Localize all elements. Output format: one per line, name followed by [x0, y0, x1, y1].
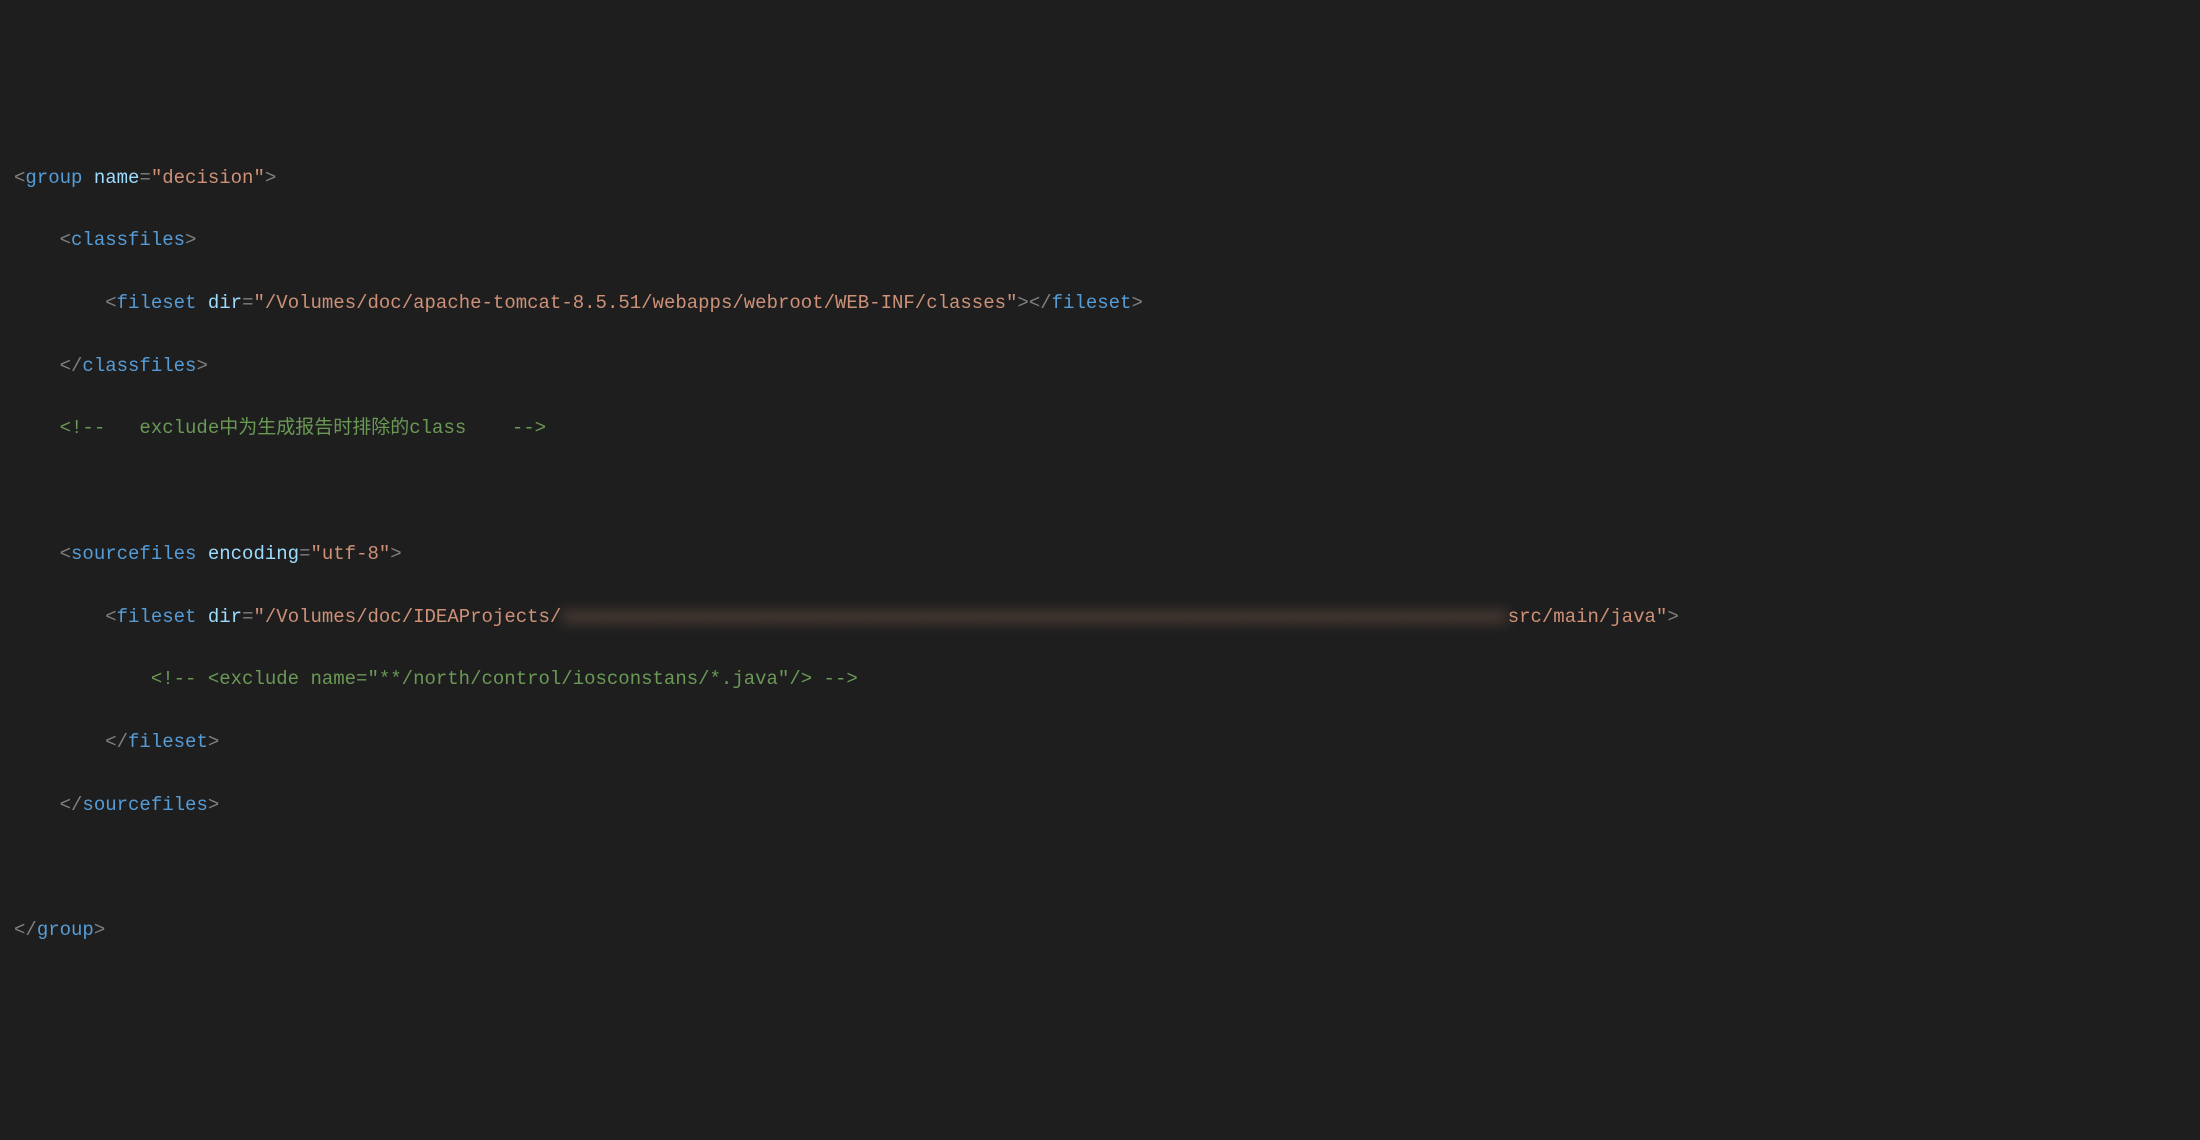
comment-text: exclude中为生成报告时排除的class — [105, 417, 512, 439]
code-line — [0, 476, 2200, 507]
dir-suffix: src/main/java" — [1508, 606, 1668, 628]
code-line: </group> — [0, 915, 2200, 946]
attr-name: name — [94, 167, 140, 189]
comment-inline: <!-- <exclude name="**/north/control/ios… — [151, 668, 858, 690]
comment-open: <!-- — [60, 417, 106, 439]
tag-fileset: fileset — [117, 292, 197, 314]
code-editor[interactable]: <group name="decision"> <classfiles> <fi… — [0, 131, 2200, 977]
tag-classfiles: classfiles — [71, 229, 185, 251]
dir-value: "/Volumes/doc/apache-tomcat-8.5.51/webap… — [253, 292, 1017, 314]
code-line: <!-- exclude中为生成报告时排除的class --> — [0, 413, 2200, 444]
tag-group: group — [25, 167, 82, 189]
tag-sourcefiles: sourcefiles — [71, 543, 196, 565]
attr-encoding: encoding — [208, 543, 299, 565]
code-line: <sourcefiles encoding="utf-8"> — [0, 539, 2200, 570]
code-line: </fileset> — [0, 727, 2200, 758]
code-line: <fileset dir="/Volumes/doc/IDEAProjects/… — [0, 602, 2200, 633]
code-line — [0, 852, 2200, 883]
dir-prefix: "/Volumes/doc/IDEAProjects/ — [253, 606, 561, 628]
code-line: </classfiles> — [0, 351, 2200, 382]
code-line: <fileset dir="/Volumes/doc/apache-tomcat… — [0, 288, 2200, 319]
comment-close: --> — [512, 417, 546, 439]
code-line: <group name="decision"> — [0, 163, 2200, 194]
code-line: </sourcefiles> — [0, 790, 2200, 821]
attr-dir: dir — [208, 292, 242, 314]
code-line: <!-- <exclude name="**/north/control/ios… — [0, 664, 2200, 695]
attr-value: "decision" — [151, 167, 265, 189]
code-line: <classfiles> — [0, 225, 2200, 256]
redacted-text: xxxxxxxxxxxxxxxxxxxxxxxxxxxxxxxxxxxxxxxx… — [561, 602, 1507, 633]
encoding-value: "utf-8" — [310, 543, 390, 565]
